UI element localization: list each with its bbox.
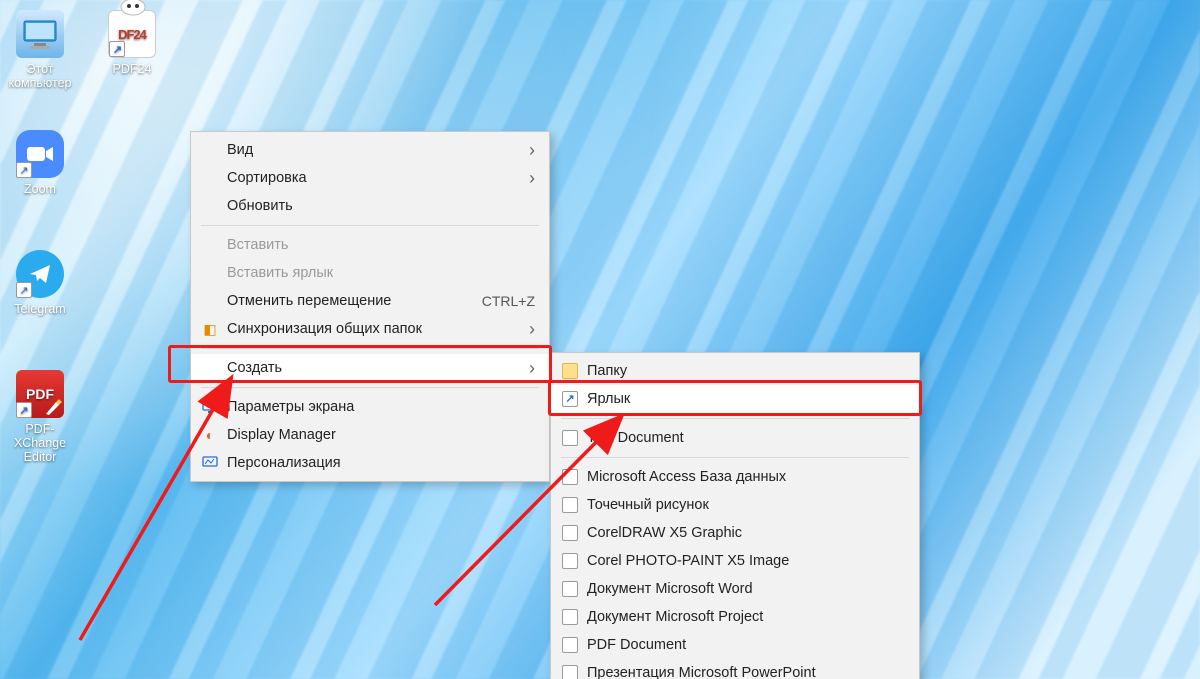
menu-item-sync-shared-folders[interactable]: ◧ Синхронизация общих папок › (191, 315, 549, 343)
submenu-item-cpt[interactable]: Corel PHOTO-PAINT X5 Image (551, 547, 919, 575)
desktop-icon-telegram[interactable]: ↗ Telegram (0, 250, 80, 316)
access-icon (559, 467, 581, 487)
word-icon (559, 579, 581, 599)
submenu-item-ppt[interactable]: Презентация Microsoft PowerPoint (551, 659, 919, 679)
blank-icon (199, 291, 221, 311)
submenu-item-label: Corel PHOTO-PAINT X5 Image (587, 553, 905, 569)
display-manager-icon: ◐ (199, 425, 221, 445)
blank-icon (199, 235, 221, 255)
zoom-icon: ↗ (16, 130, 64, 178)
submenu-item-label: Документ Microsoft Word (587, 581, 905, 597)
desktop-icon-label: PDF-XChange Editor (14, 422, 66, 464)
desktop-context-menu: Вид › Сортировка › Обновить Вставить Вст… (190, 131, 550, 482)
menu-item-sort[interactable]: Сортировка › (191, 164, 549, 192)
menu-separator (561, 418, 909, 419)
pdf-icon (559, 635, 581, 655)
personalize-icon (199, 453, 221, 473)
ppt-icon (559, 663, 581, 679)
text-icon (559, 428, 581, 448)
shortcut-overlay-icon: ↗ (16, 282, 32, 298)
submenu-item-proj[interactable]: Документ Microsoft Project (551, 603, 919, 631)
bmp-icon (559, 495, 581, 515)
menu-item-display-manager[interactable]: ◐ Display Manager (191, 421, 549, 449)
desktop-icon-pdf24[interactable]: DF24 ↗ PDF24 (92, 10, 172, 76)
desktop-icon-label: PDF24 (113, 62, 152, 76)
submenu-item-label: PDF Document (587, 637, 905, 653)
menu-item-label: Параметры экрана (227, 399, 535, 415)
desktop-icon-pdfxchange[interactable]: PDF ↗ PDF-XChange Editor (0, 370, 80, 464)
menu-item-label: Сортировка (227, 170, 511, 186)
chevron-right-icon: › (529, 319, 535, 340)
menu-item-view[interactable]: Вид › (191, 136, 549, 164)
monitor-icon (199, 397, 221, 417)
blank-icon (199, 358, 221, 378)
submenu-item-label: Точечный рисунок (587, 497, 905, 513)
computer-icon (16, 10, 64, 58)
shortcut-icon (559, 389, 581, 409)
menu-item-label: Создать (227, 360, 511, 376)
blank-icon (199, 168, 221, 188)
submenu-item-label: Microsoft Access База данных (587, 469, 905, 485)
menu-item-label: Синхронизация общих папок (227, 321, 511, 337)
menu-separator (561, 457, 909, 458)
menu-item-create[interactable]: Создать › (191, 354, 549, 382)
menu-separator (201, 348, 539, 349)
create-submenu: Папку Ярлык Text Document Microsoft Access … (550, 352, 920, 679)
menu-item-label: Вид (227, 142, 511, 158)
chevron-right-icon: › (529, 168, 535, 189)
submenu-item-label: CorelDRAW X5 Graphic (587, 525, 905, 541)
menu-item-label: Отменить перемещение (227, 293, 452, 309)
submenu-item-folder[interactable]: Папку (551, 357, 919, 385)
proj-icon (559, 607, 581, 627)
submenu-item-cdr[interactable]: CorelDRAW X5 Graphic (551, 519, 919, 547)
submenu-item-word[interactable]: Документ Microsoft Word (551, 575, 919, 603)
menu-item-label: Вставить (227, 237, 535, 253)
submenu-item-access[interactable]: Microsoft Access База данных (551, 463, 919, 491)
menu-item-undo-move[interactable]: Отменить перемещение CTRL+Z (191, 287, 549, 315)
desktop-icon-label: Этот компьютер (8, 62, 71, 90)
menu-item-label: Персонализация (227, 455, 535, 471)
menu-item-refresh[interactable]: Обновить (191, 192, 549, 220)
folder-icon (559, 361, 581, 381)
submenu-item-label: Папку (587, 363, 905, 379)
menu-item-paste-shortcut: Вставить ярлык (191, 259, 549, 287)
menu-item-display-settings[interactable]: Параметры экрана (191, 393, 549, 421)
menu-separator (201, 225, 539, 226)
desktop-icon-label: Zoom (24, 182, 56, 196)
cdr-icon (559, 523, 581, 543)
telegram-icon: ↗ (16, 250, 64, 298)
menu-item-label: Вставить ярлык (227, 265, 535, 281)
submenu-item-label: Text Document (587, 430, 905, 446)
submenu-item-text[interactable]: Text Document (551, 424, 919, 452)
submenu-item-bmp[interactable]: Точечный рисунок (551, 491, 919, 519)
shortcut-overlay-icon: ↗ (109, 41, 125, 57)
submenu-item-pdf[interactable]: PDF Document (551, 631, 919, 659)
submenu-item-label: Ярлык (587, 391, 905, 407)
desktop-icon-label: Telegram (14, 302, 65, 316)
menu-item-paste: Вставить (191, 231, 549, 259)
desktop-icon-this-pc[interactable]: Этот компьютер (0, 10, 80, 90)
chevron-right-icon: › (529, 358, 535, 379)
submenu-item-label: Презентация Microsoft PowerPoint (587, 665, 905, 679)
submenu-item-label: Документ Microsoft Project (587, 609, 905, 625)
submenu-item-shortcut[interactable]: Ярлык (551, 385, 919, 413)
menu-item-personalize[interactable]: Персонализация (191, 449, 549, 477)
chevron-right-icon: › (529, 140, 535, 161)
blank-icon (199, 263, 221, 283)
menu-item-shortcut: CTRL+Z (482, 293, 535, 309)
desktop-icon-zoom[interactable]: ↗ Zoom (0, 130, 80, 196)
shortcut-overlay-icon: ↗ (16, 162, 32, 178)
blank-icon (199, 196, 221, 216)
pdf24-icon: DF24 ↗ (108, 10, 156, 58)
menu-item-label: Display Manager (227, 427, 535, 443)
shortcut-overlay-icon: ↗ (16, 402, 32, 418)
menu-item-label: Обновить (227, 198, 535, 214)
blank-icon (199, 140, 221, 160)
menu-separator (201, 387, 539, 388)
pdfxchange-icon: PDF ↗ (16, 370, 64, 418)
sync-icon: ◧ (199, 319, 221, 339)
cpt-icon (559, 551, 581, 571)
